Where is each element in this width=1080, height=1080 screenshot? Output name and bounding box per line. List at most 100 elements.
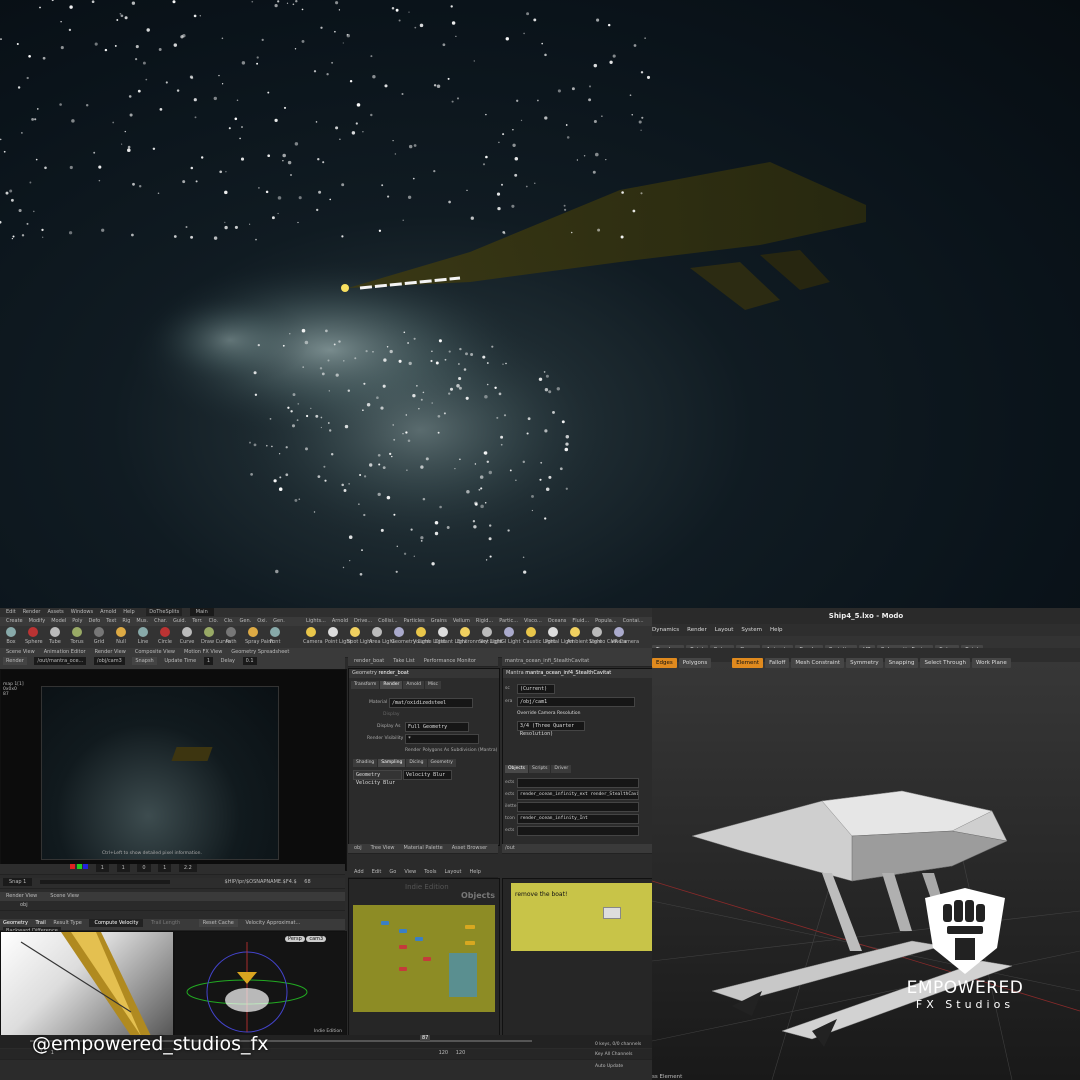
light-tool-2[interactable]: Spot Light — [344, 626, 372, 646]
objects-tabs[interactable]: Objects Scripts Driver — [505, 765, 572, 773]
modo-menu[interactable]: Dynamics Render Layout System Help — [652, 624, 1080, 636]
delay-value[interactable]: 0.1 — [242, 657, 257, 665]
lights-tab-12[interactable]: Popula... — [595, 617, 616, 625]
current-frame-marker[interactable]: 87 — [420, 1035, 431, 1041]
create-tool-7[interactable]: Circle — [154, 626, 176, 646]
lights-tab-0[interactable]: Lights... — [306, 617, 326, 625]
net-tab-2[interactable]: Material Palette — [404, 844, 443, 852]
create-tool-5[interactable]: Null — [110, 626, 132, 646]
mult-field[interactable]: 1 — [116, 864, 130, 872]
vel-blur-select[interactable]: Velocity Blur — [403, 770, 452, 780]
shelf-tab-10[interactable]: Terr. — [192, 617, 202, 625]
sticky-note[interactable]: remove the boat! — [511, 883, 652, 951]
geo-tab-2[interactable]: Arnold — [403, 681, 424, 689]
create-tool-10[interactable]: Path — [220, 626, 242, 646]
viewer-tab-list[interactable]: Scene View Animation Editor Render View Com… — [3, 648, 295, 656]
shelf-tab-1[interactable]: Modify — [29, 617, 46, 625]
frame-select[interactable]: (Current) — [517, 684, 555, 694]
lights-tab-5[interactable]: Grains — [431, 617, 447, 625]
shelf-tab-13[interactable]: Gen. — [240, 617, 252, 625]
viewer-tab-4[interactable]: Motion FX View — [184, 648, 222, 656]
lights-tab-13[interactable]: Contai... — [623, 617, 644, 625]
net-menu-item-6[interactable]: Help — [470, 868, 481, 876]
desktop-field[interactable]: Main — [189, 608, 214, 616]
net-menu-item-3[interactable]: View — [404, 868, 416, 876]
gamma-field[interactable]: 2.2 — [178, 864, 197, 872]
persp-menu[interactable]: Persp — [285, 936, 305, 942]
cam-menu[interactable]: cam3 — [306, 936, 327, 942]
net-tab-1[interactable]: Tree View — [371, 844, 395, 852]
bottom-tab-1[interactable]: Scene View — [50, 892, 79, 900]
obj-network-editor[interactable]: Indie Edition Objects — [348, 878, 500, 1040]
key-all-select[interactable]: Key All Channels — [595, 1050, 641, 1060]
objects-tab-2[interactable]: Driver — [551, 765, 572, 773]
viewer-tab-5[interactable]: Geometry Spreadsheet — [231, 648, 289, 656]
render-sub-tabs[interactable]: Shading Sampling Dicing Geometry — [353, 759, 457, 767]
update-time-value[interactable]: 1 — [203, 657, 214, 665]
viewer-tab-3[interactable]: Composite View — [135, 648, 175, 656]
lights-tab-2[interactable]: Drive... — [354, 617, 372, 625]
render-visibility-field[interactable]: * — [405, 734, 479, 744]
exposure-field[interactable]: 1 — [95, 864, 109, 872]
light-tool-4[interactable]: Geometry Light — [388, 626, 430, 646]
geo-tabs[interactable]: Transform Render Arnold Misc — [351, 681, 442, 689]
lights-tab-6[interactable]: Vellum — [453, 617, 470, 625]
create-tool-3[interactable]: Torus — [66, 626, 88, 646]
menu-item-1[interactable]: Render — [23, 608, 41, 616]
modo-layout-tabs[interactable]: TopologyPaintSetupGameAnimateRenderScrip… — [652, 636, 1080, 655]
net-tab-3[interactable]: Asset Browser — [452, 844, 488, 852]
net-menu-item-5[interactable]: Layout — [445, 868, 462, 876]
create-tool-1[interactable]: Sphere — [22, 626, 44, 646]
render-subtab-0[interactable]: Shading — [353, 759, 378, 767]
end-frame-2[interactable]: 120 — [456, 1049, 466, 1057]
param-tab-list[interactable]: render_boat Take List Performance Monitor — [351, 657, 482, 665]
objects-tab-0[interactable]: Objects — [505, 765, 529, 773]
menu-item-4[interactable]: Arnold — [100, 608, 116, 616]
shelf-tab-3[interactable]: Poly — [72, 617, 82, 625]
net-tab-list[interactable]: obj Tree View Material Palette Asset Browse… — [351, 844, 493, 852]
camera-field-mantra[interactable]: /obj/cam1 — [517, 697, 635, 707]
lights-tab-1[interactable]: Arnold — [332, 617, 348, 625]
houdini-menu[interactable]: Edit Render Assets Windows Arnold Help — [3, 608, 139, 616]
modo-menu-item-0[interactable]: Dynamics — [652, 627, 679, 633]
camera-field[interactable]: /obj/cam3 — [93, 657, 125, 665]
lights-tab-4[interactable]: Particles — [404, 617, 425, 625]
out-network-editor[interactable]: remove the boat! — [502, 878, 652, 1040]
shelf-tab-14[interactable]: Oxi. — [257, 617, 267, 625]
modo-menu-item-2[interactable]: Layout — [715, 627, 734, 633]
create-tool-4[interactable]: Grid — [88, 626, 110, 646]
lights-tab-9[interactable]: Visco... — [524, 617, 542, 625]
shelf-tab-15[interactable]: Gen. — [273, 617, 285, 625]
offset-field[interactable]: 0 — [137, 864, 151, 872]
shelf-tabs[interactable]: Create Modify Model Poly Defo Text Rig Mus. Char… — [3, 617, 288, 625]
lights-tab-11[interactable]: Fluid... — [572, 617, 589, 625]
output-path[interactable]: $HIP/ipr/$OSNAPNAME.$F4.$ — [225, 878, 297, 886]
obj-path[interactable]: obj — [20, 901, 28, 909]
param-tab-0[interactable]: render_boat — [354, 657, 384, 665]
geo-tab-0[interactable]: Transform — [351, 681, 380, 689]
net-tab-0[interactable]: obj — [354, 844, 362, 852]
light-tool-11[interactable]: Portal Light — [542, 626, 573, 646]
create-tool-9[interactable]: Draw Curve — [198, 626, 230, 646]
net-menu-item-2[interactable]: Go — [389, 868, 396, 876]
resolution-select[interactable]: 3/4 (Three Quarter Resolution) — [517, 721, 585, 737]
object-row-value[interactable]: render_ocean_infinity_ext render_Stealth… — [517, 790, 639, 800]
render-button[interactable]: Render — [3, 657, 27, 665]
output-frame[interactable]: 68 — [304, 878, 310, 886]
override-res-toggle[interactable]: Override Camera Resolution — [517, 711, 581, 716]
light-tool-10[interactable]: Caustic Light — [520, 626, 556, 646]
viewer-tab-0[interactable]: Scene View — [6, 648, 35, 656]
viewer-tab-1[interactable]: Animation Editor — [44, 648, 86, 656]
shelf-tab-7[interactable]: Mus. — [136, 617, 148, 625]
snapshot-select[interactable]: Snap 1 — [3, 878, 33, 886]
end-frame-1[interactable]: 120 — [439, 1049, 449, 1057]
bottom-tab-0[interactable]: Render View — [6, 892, 37, 900]
material-field[interactable]: /mat/oxidizedsteel — [389, 698, 473, 708]
net-menu-item-4[interactable]: Tools — [424, 868, 436, 876]
modo-menu-item-1[interactable]: Render — [687, 627, 707, 633]
reset-cache-button[interactable]: Reset Cache — [198, 919, 238, 927]
light-tool-14[interactable]: VR Camera — [608, 626, 639, 646]
light-tool-3[interactable]: Area Light — [366, 626, 395, 646]
lights-tab-3[interactable]: Collisi... — [378, 617, 397, 625]
light-tool-7[interactable]: Environment Light — [454, 626, 503, 646]
